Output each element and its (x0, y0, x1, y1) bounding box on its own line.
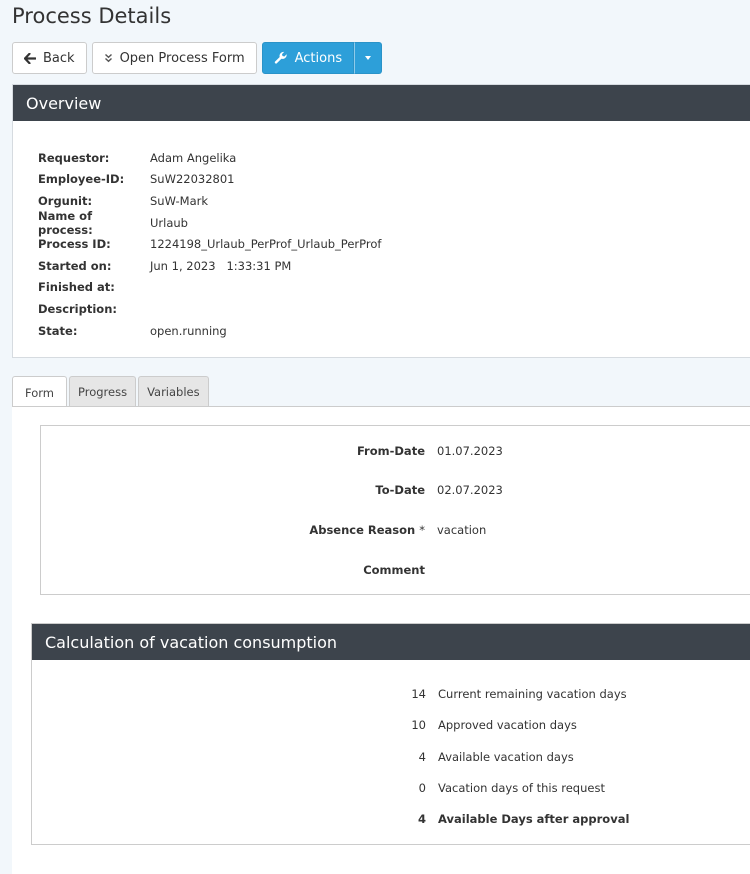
overview-label: Description: (38, 301, 117, 316)
tabs-area: Form Progress Variables From-Date 01.07.… (12, 376, 750, 874)
tab-variables[interactable]: Variables (138, 376, 209, 407)
calc-row-current-remaining: 14 Current remaining vacation days (32, 684, 627, 704)
field-value: 01.07.2023 (437, 444, 503, 458)
overview-label: State: (38, 323, 78, 338)
overview-label: Started on: (38, 258, 112, 273)
actions-button[interactable]: Actions (261, 42, 355, 74)
double-chevron-down-icon (104, 53, 113, 63)
overview-label: Process ID: (38, 237, 111, 252)
page-title: Process Details (12, 4, 172, 28)
overview-label: Orgunit: (38, 193, 93, 208)
field-value: 02.07.2023 (437, 483, 503, 497)
overview-value: SuW22032801 (150, 172, 235, 187)
calc-number: 4 (417, 812, 426, 826)
overview-value: Urlaub (150, 215, 188, 230)
overview-label: Employee-ID: (38, 172, 125, 187)
overview-value: Adam Angelika (150, 150, 237, 165)
form-field-comment: Comment (41, 560, 750, 580)
overview-value: open.running (150, 323, 227, 338)
calc-row-after-approval: 4 Available Days after approval (32, 809, 629, 829)
field-label: From-Date (356, 444, 425, 458)
calc-text: Current remaining vacation days (438, 687, 627, 701)
calc-text: Available vacation days (438, 750, 574, 764)
form-field-from-date: From-Date 01.07.2023 (41, 441, 750, 461)
actions-button-group: Actions (261, 42, 383, 74)
calc-number: 14 (411, 687, 426, 701)
calc-number: 0 (418, 781, 426, 795)
overview-row-employee-id: Employee-ID: SuW22032801 (38, 169, 381, 191)
overview-details: Requestor: Adam Angelika Employee-ID: Su… (38, 147, 381, 341)
tab-bar: Form Progress Variables (12, 376, 211, 408)
calc-row-available: 4 Available vacation days (32, 747, 574, 767)
tab-form[interactable]: Form (12, 376, 67, 408)
wrench-icon (274, 51, 288, 65)
calc-text: Vacation days of this request (438, 781, 605, 795)
tab-progress[interactable]: Progress (68, 376, 137, 407)
calc-number: 4 (418, 750, 426, 764)
back-button[interactable]: Back (12, 42, 87, 74)
calc-text: Available Days after approval (438, 812, 630, 826)
arrow-left-icon (24, 52, 36, 64)
form-field-absence-reason: Absence Reason * vacation (41, 520, 750, 540)
overview-panel: Overview Requestor: Adam Angelika Employ… (12, 84, 750, 358)
calc-number: 10 (411, 718, 426, 732)
caret-down-icon (365, 56, 372, 60)
open-process-form-button[interactable]: Open Process Form (91, 42, 257, 74)
open-process-form-label: Open Process Form (119, 50, 245, 66)
tab-content-form: From-Date 01.07.2023 To-Date 02.07.2023 … (12, 406, 750, 874)
form-field-to-date: To-Date 02.07.2023 (41, 480, 750, 500)
overview-value: Jun 1, 2023 1:33:31 PM (150, 258, 292, 273)
back-button-label: Back (43, 50, 75, 66)
actions-button-label: Actions (294, 50, 343, 66)
overview-row-description: Description: (38, 298, 381, 320)
overview-label: Finished at: (38, 280, 115, 295)
overview-title: Overview (13, 85, 750, 121)
overview-row-started-on: Started on: Jun 1, 2023 1:33:31 PM (38, 255, 381, 277)
overview-row-process-id: Process ID: 1224198_Urlaub_PerProf_Urlau… (38, 233, 381, 255)
overview-label: Requestor: (38, 150, 110, 165)
field-value: vacation (437, 523, 487, 537)
overview-row-state: State: open.running (38, 320, 381, 342)
overview-row-requestor: Requestor: Adam Angelika (38, 147, 381, 169)
overview-row-finished-at: Finished at: (38, 277, 381, 299)
field-label: To-Date (375, 483, 425, 497)
calculation-panel: Calculation of vacation consumption 14 C… (31, 623, 750, 845)
calc-row-approved: 10 Approved vacation days (32, 715, 577, 735)
overview-row-process-name: Name of process: Urlaub (38, 208, 381, 237)
overview-value: 1224198_Urlaub_PerProf_Urlaub_PerProf (150, 237, 382, 252)
field-label: Comment (363, 563, 425, 577)
field-label: Absence Reason (309, 523, 416, 537)
form-fields-box: From-Date 01.07.2023 To-Date 02.07.2023 … (40, 425, 750, 595)
calculation-title: Calculation of vacation consumption (32, 624, 750, 660)
overview-value: SuW-Mark (150, 193, 208, 208)
actions-dropdown-toggle[interactable] (354, 42, 383, 74)
calc-row-this-request: 0 Vacation days of this request (32, 778, 605, 798)
overview-label: Name of process: (38, 208, 93, 237)
toolbar: Back Open Process Form Actions (12, 42, 383, 74)
field-label-wrap: Absence Reason * (41, 523, 437, 537)
calc-text: Approved vacation days (438, 718, 577, 732)
required-marker: * (419, 523, 425, 537)
